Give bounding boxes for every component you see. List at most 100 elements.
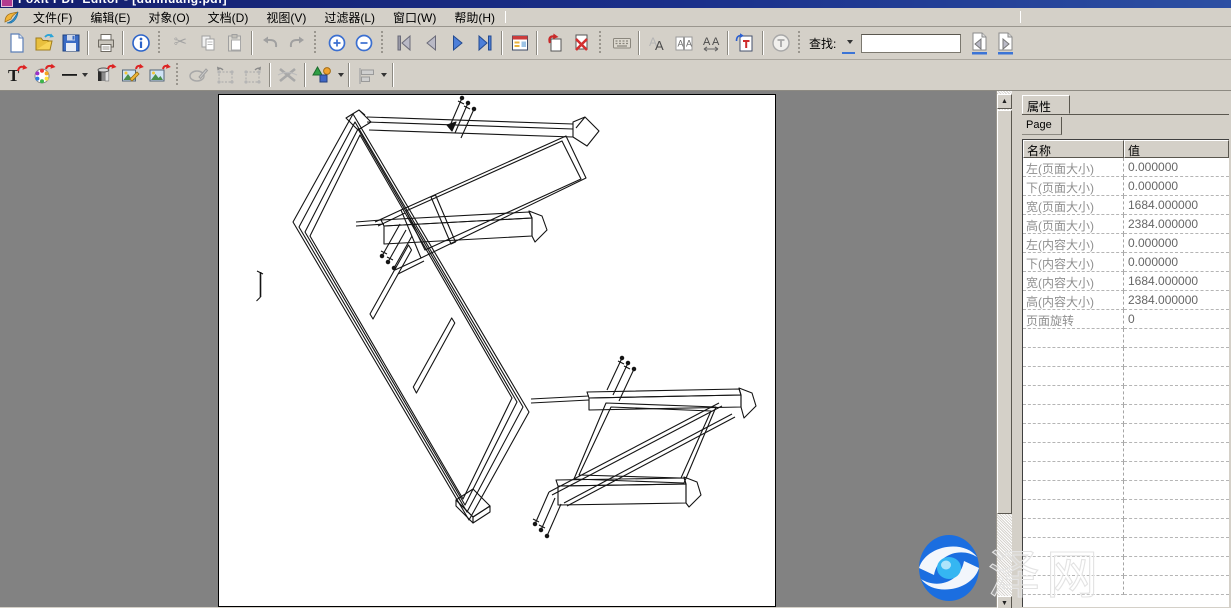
redo-button[interactable] <box>283 30 310 57</box>
font-boxes-button[interactable]: A A <box>670 30 697 57</box>
previous-page-button[interactable] <box>417 30 444 57</box>
text-object-button[interactable]: T <box>3 62 30 89</box>
delete-page-button[interactable] <box>568 30 595 57</box>
panel-splitter[interactable] <box>1012 91 1022 607</box>
color-wheel-button[interactable] <box>30 62 57 89</box>
edit-image-button[interactable] <box>118 62 145 89</box>
scroll-down-button[interactable]: ▼ <box>997 596 1012 608</box>
prop-row[interactable] <box>1023 348 1229 367</box>
font-style-button[interactable]: A A <box>643 30 670 57</box>
menu-edit[interactable]: 编辑(E) <box>81 8 139 27</box>
transform-left-button[interactable] <box>212 62 239 89</box>
cut-button[interactable]: ✂ <box>167 30 194 57</box>
align-objects-button[interactable] <box>353 62 389 89</box>
prop-row[interactable] <box>1023 462 1229 481</box>
toolbar-gripper[interactable] <box>314 31 319 55</box>
pdf-page[interactable] <box>218 94 776 607</box>
toolbar-gripper[interactable] <box>158 31 163 55</box>
vertical-scrollbar[interactable]: ▲ ▼ <box>996 91 1012 607</box>
prop-value <box>1124 367 1229 386</box>
prop-row[interactable]: 宽(内容大小)1684.000000 <box>1023 272 1229 291</box>
prop-name: 下(页面大小) <box>1023 177 1124 196</box>
window-title: Foxit PDF Editor - [dunhuang.pdf] <box>18 0 1231 6</box>
shading-button[interactable] <box>91 62 118 89</box>
prop-value: 0.000000 <box>1124 177 1229 196</box>
menu-filter[interactable]: 过滤器(L) <box>315 8 384 27</box>
ellipse-pen-button[interactable] <box>185 62 212 89</box>
save-floppy-icon <box>60 32 82 54</box>
toolbar-gripper[interactable] <box>599 31 604 55</box>
prop-row[interactable]: 下(内容大小)0.000000 <box>1023 253 1229 272</box>
undo-button[interactable] <box>256 30 283 57</box>
info-icon <box>130 32 152 54</box>
add-text-button[interactable] <box>732 30 759 57</box>
prop-row[interactable] <box>1023 500 1229 519</box>
document-canvas[interactable] <box>0 91 996 607</box>
column-header-name[interactable]: 名称 <box>1023 140 1124 158</box>
toolbar-gripper[interactable] <box>798 31 803 55</box>
open-file-button[interactable] <box>30 30 57 57</box>
rotate-page-button[interactable] <box>541 30 568 57</box>
prop-row[interactable] <box>1023 405 1229 424</box>
find-input[interactable] <box>861 34 961 53</box>
menu-document[interactable]: 文档(D) <box>199 8 258 27</box>
save-button[interactable] <box>57 30 84 57</box>
menu-view[interactable]: 视图(V) <box>257 8 315 27</box>
transform-right-button[interactable] <box>239 62 266 89</box>
prop-row[interactable] <box>1023 538 1229 557</box>
prop-row[interactable] <box>1023 329 1229 348</box>
keyboard-button[interactable] <box>608 30 635 57</box>
scroll-up-button[interactable]: ▲ <box>997 94 1012 109</box>
find-options-dropdown[interactable] <box>842 32 855 54</box>
menu-file[interactable]: 文件(F) <box>24 8 81 27</box>
print-button[interactable] <box>92 30 119 57</box>
find-previous-icon <box>967 31 991 56</box>
prop-row[interactable]: 高(页面大小)2384.000000 <box>1023 215 1229 234</box>
prop-row[interactable]: 宽(页面大小)1684.000000 <box>1023 196 1229 215</box>
document-info-button[interactable] <box>127 30 154 57</box>
menu-help[interactable]: 帮助(H) <box>445 8 504 27</box>
zoom-out-button[interactable] <box>350 30 377 57</box>
cad-drawing <box>219 95 777 607</box>
letter-spacing-button[interactable]: A A <box>697 30 724 57</box>
properties-panel-tab[interactable]: 属性 <box>1022 95 1070 114</box>
chevron-down-icon <box>381 73 387 77</box>
prop-row[interactable]: 左(页面大小)0.000000 <box>1023 158 1229 177</box>
next-page-button[interactable] <box>444 30 471 57</box>
prop-row[interactable] <box>1023 481 1229 500</box>
toolbar-gripper[interactable] <box>176 63 181 87</box>
menu-window[interactable]: 窗口(W) <box>384 8 445 27</box>
column-header-value[interactable]: 值 <box>1124 140 1229 158</box>
new-document-button[interactable] <box>3 30 30 57</box>
prop-row[interactable] <box>1023 576 1229 595</box>
paste-button[interactable] <box>221 30 248 57</box>
toolbar-gripper[interactable] <box>381 31 386 55</box>
insert-shapes-button[interactable] <box>309 62 345 89</box>
insert-image-button[interactable] <box>145 62 172 89</box>
page-layout-button[interactable] <box>506 30 533 57</box>
last-page-button[interactable] <box>471 30 498 57</box>
prop-row[interactable]: 左(内容大小)0.000000 <box>1023 234 1229 253</box>
menu-object[interactable]: 对象(O) <box>139 8 198 27</box>
prop-row[interactable]: 下(页面大小)0.000000 <box>1023 177 1229 196</box>
prop-row[interactable] <box>1023 519 1229 538</box>
prop-row[interactable]: 页面旋转0 <box>1023 310 1229 329</box>
scrollbar-thumb[interactable] <box>997 110 1012 514</box>
page-tab[interactable]: Page <box>1022 117 1062 135</box>
delete-object-button[interactable] <box>274 62 301 89</box>
line-width-button[interactable] <box>57 62 91 89</box>
prop-row[interactable] <box>1023 386 1229 405</box>
first-page-button[interactable] <box>390 30 417 57</box>
prop-row[interactable] <box>1023 443 1229 462</box>
prop-row[interactable]: 高(内容大小)2384.000000 <box>1023 291 1229 310</box>
zoom-in-button[interactable] <box>323 30 350 57</box>
text-circle-button[interactable] <box>767 30 794 57</box>
prop-name <box>1023 481 1124 500</box>
find-next-button[interactable] <box>992 30 1019 57</box>
prop-row[interactable] <box>1023 367 1229 386</box>
copy-button[interactable] <box>194 30 221 57</box>
prop-row[interactable] <box>1023 424 1229 443</box>
find-previous-button[interactable] <box>965 30 992 57</box>
chevron-down-icon <box>82 73 88 77</box>
prop-row[interactable] <box>1023 557 1229 576</box>
